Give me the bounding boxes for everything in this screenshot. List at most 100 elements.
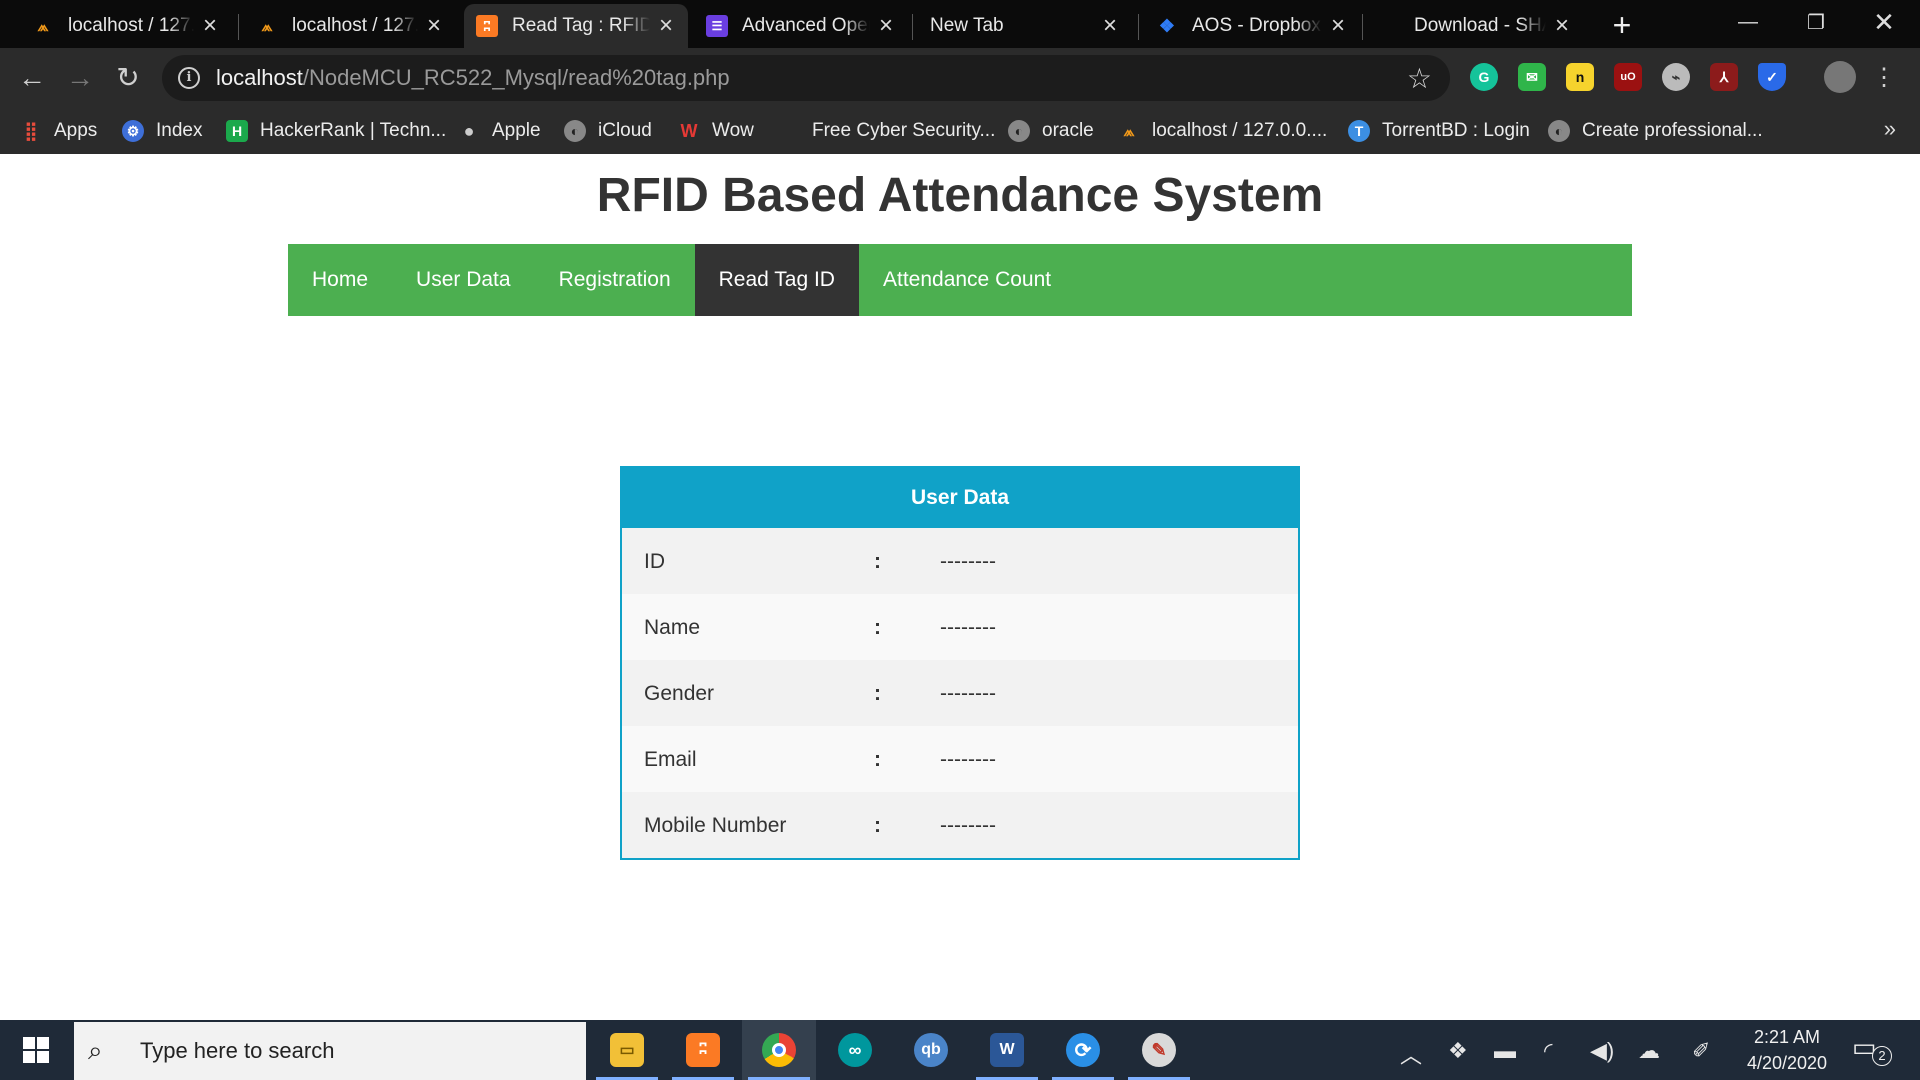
nav-registration[interactable]: Registration — [535, 244, 695, 316]
close-window-button[interactable]: ✕ — [1850, 0, 1918, 44]
tab-title: Advanced Operations — [742, 15, 870, 36]
row-separator: : — [874, 814, 881, 837]
row-email: Email : -------- — [622, 726, 1298, 792]
windows-taskbar: ⌕ Type here to search ▭ ʭ ∞ qb W ⟳ ✎ ︿ ❖… — [0, 1020, 1920, 1080]
close-icon[interactable]: × — [656, 12, 676, 40]
row-label: Name — [644, 616, 701, 639]
volume-icon[interactable]: ◀) — [1590, 1038, 1614, 1064]
taskbar-chrome[interactable] — [742, 1020, 816, 1080]
wow-icon: W — [680, 120, 698, 141]
index-icon: ⚙ — [122, 120, 144, 142]
taskbar-xampp[interactable]: ʭ — [666, 1020, 740, 1080]
tab-dropbox[interactable]: ❖ AOS - Dropbox × — [1144, 4, 1360, 48]
phpmyadmin-icon: ⩕ — [1123, 122, 1135, 139]
shield-extension-icon[interactable]: ✓ — [1758, 63, 1786, 91]
address-bar[interactable]: i localhost/NodeMCU_RC522_Mysql/read%20t… — [162, 55, 1450, 101]
bookmark-star-icon[interactable]: ☆ — [1407, 62, 1432, 95]
bookmark-hackerrank[interactable]: H HackerRank | Techn... — [226, 118, 446, 144]
bookmark-apple[interactable]: ● Apple — [458, 118, 541, 144]
system-clock[interactable]: 2:21 AM 4/20/2020 — [1716, 1024, 1858, 1076]
tab-shareit[interactable]: Download - SHAREit × — [1368, 4, 1584, 48]
hackerrank-icon: H — [226, 120, 248, 142]
forward-icon[interactable]: → — [62, 60, 98, 96]
tab-read-tag[interactable]: ʭ Read Tag : RFID × — [464, 4, 688, 48]
tab-title: Read Tag : RFID — [512, 15, 650, 36]
taskbar-arduino[interactable]: ∞ — [818, 1020, 892, 1080]
bookmark-oracle[interactable]: ◐ oracle — [1008, 118, 1094, 144]
minimize-button[interactable]: — — [1714, 0, 1782, 44]
nav-attendance-count[interactable]: Attendance Count — [859, 244, 1075, 316]
page-title: RFID Based Attendance System — [596, 169, 1324, 222]
row-id: ID : -------- — [622, 528, 1298, 594]
taskbar-paint[interactable]: ✎ — [1122, 1020, 1196, 1080]
top-navigation: Home User Data Registration Read Tag ID … — [288, 244, 1632, 316]
tab-phpmyadmin-1[interactable]: ⩕ localhost / 127.0.0.1 | phpMyAdmin × — [20, 4, 232, 48]
bookmark-localhost[interactable]: ⩕ localhost / 127.0.0.... — [1118, 118, 1327, 144]
qbittorrent-icon: qb — [914, 1033, 948, 1067]
link-extension-icon[interactable]: ⌁ — [1662, 63, 1690, 91]
restore-button[interactable]: ❐ — [1782, 0, 1850, 44]
dropbox-icon[interactable]: ❖ — [1448, 1038, 1468, 1064]
xampp-icon: ʭ — [686, 1033, 720, 1067]
profile-avatar[interactable] — [1824, 61, 1856, 93]
bookmark-wow[interactable]: W Wow — [678, 118, 754, 144]
nav-read-tag-id[interactable]: Read Tag ID — [694, 244, 859, 316]
bookmark-torrentbd[interactable]: T TorrentBD : Login — [1348, 118, 1530, 144]
reload-icon[interactable]: ↻ — [110, 60, 146, 96]
taskbar-word[interactable]: W — [970, 1020, 1044, 1080]
nav-home[interactable]: Home — [288, 244, 392, 316]
bookmark-index[interactable]: ⚙ Index — [122, 118, 202, 144]
back-icon[interactable]: ← — [14, 60, 50, 96]
apps-grid-icon: ⣿ — [24, 120, 38, 141]
row-separator: : — [874, 748, 881, 771]
user-data-card: User Data ID : -------- Name : -------- … — [620, 466, 1300, 860]
taskbar-search-box[interactable]: ⌕ Type here to search — [74, 1022, 586, 1080]
wifi-icon[interactable]: ◜ — [1544, 1038, 1553, 1064]
battery-icon[interactable]: ▬ — [1494, 1038, 1516, 1064]
taskbar-file-explorer[interactable]: ▭ — [590, 1020, 664, 1080]
close-icon[interactable]: × — [876, 12, 896, 40]
tab-phpmyadmin-2[interactable]: ⩕ localhost / 127.0.0.1 | phpMyAdmin × — [244, 4, 456, 48]
taskbar-qbittorrent[interactable]: qb — [894, 1020, 968, 1080]
search-icon: ⌕ — [88, 1035, 103, 1065]
sync-icon: ⟳ — [1066, 1033, 1100, 1067]
bookmark-icloud[interactable]: ◐ iCloud — [564, 118, 652, 144]
ublock-icon[interactable]: uO — [1614, 63, 1642, 91]
url-text: localhost/NodeMCU_RC522_Mysql/read%20tag… — [216, 65, 730, 91]
site-info-icon[interactable]: i — [178, 67, 200, 89]
pdf-extension-icon[interactable]: ⅄ — [1710, 63, 1738, 91]
row-value: -------- — [940, 616, 996, 639]
start-button[interactable] — [0, 1020, 72, 1080]
taskbar-sync-app[interactable]: ⟳ — [1046, 1020, 1120, 1080]
tab-advanced-operations[interactable]: ☰ Advanced Operations × — [694, 4, 908, 48]
bookmark-create-professional[interactable]: ◐ Create professional... — [1548, 118, 1763, 144]
bookmark-apps[interactable]: ⣿ Apps — [20, 118, 97, 144]
arduino-icon: ∞ — [838, 1033, 872, 1067]
row-value: -------- — [940, 550, 996, 573]
more-bookmarks-icon[interactable]: » — [1884, 116, 1896, 142]
close-icon[interactable]: × — [1328, 12, 1348, 40]
close-icon[interactable]: × — [1552, 12, 1572, 40]
tab-title: localhost / 127.0.0.1 | phpMyAdmin — [68, 15, 194, 36]
row-mobile-number: Mobile Number : -------- — [622, 792, 1298, 858]
mail-extension-icon[interactable]: ✉ — [1518, 63, 1546, 91]
grammarly-icon[interactable]: G — [1470, 63, 1498, 91]
action-center-button[interactable]: ▭ 2 — [1852, 1032, 1892, 1068]
show-hidden-icons-icon[interactable]: ︿ — [1400, 1038, 1422, 1070]
bookmark-free-cyber-security[interactable]: Free Cyber Security... — [812, 118, 995, 144]
close-icon[interactable]: × — [200, 12, 220, 40]
url-host: localhost — [216, 65, 303, 90]
dropbox-icon: ❖ — [1158, 15, 1176, 36]
close-icon[interactable]: × — [1100, 12, 1120, 40]
apple-icon: ● — [463, 120, 475, 141]
pen-icon[interactable]: ✐ — [1692, 1038, 1710, 1064]
onedrive-icon[interactable]: ☁ — [1638, 1038, 1660, 1064]
tab-new-tab[interactable]: New Tab × — [918, 4, 1132, 48]
new-tab-button[interactable]: + — [1604, 8, 1640, 44]
notion-extension-icon[interactable]: n — [1566, 63, 1594, 91]
row-separator: : — [874, 550, 881, 573]
menu-icon[interactable]: ⋮ — [1866, 60, 1902, 96]
close-icon[interactable]: × — [424, 12, 444, 40]
nav-user-data[interactable]: User Data — [392, 244, 535, 316]
windows-logo-icon — [23, 1037, 49, 1063]
